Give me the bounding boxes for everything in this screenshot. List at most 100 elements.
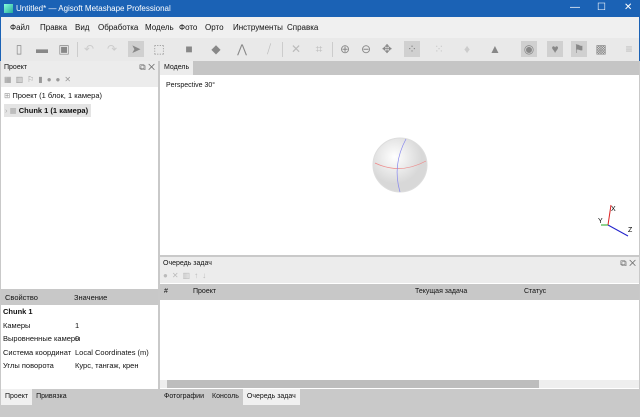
add-chunk-icon[interactable]: ▦ bbox=[4, 75, 16, 84]
menu-file[interactable]: Файл bbox=[10, 23, 30, 32]
queue-header: Очередь задач ⧉ ✕ bbox=[160, 257, 639, 269]
open-icon[interactable]: ▬ bbox=[34, 41, 50, 57]
shape-icon[interactable]: ■ bbox=[181, 41, 197, 57]
col-number[interactable]: # bbox=[164, 288, 168, 295]
up-icon[interactable]: ↑ bbox=[194, 271, 202, 280]
enable-icon[interactable]: ● bbox=[47, 75, 56, 84]
model-icon[interactable]: ♥ bbox=[547, 41, 563, 57]
menu-tools[interactable]: Инструменты bbox=[233, 23, 283, 32]
ruler-icon[interactable]: ⋀ bbox=[234, 41, 250, 57]
maximize-button[interactable]: ☐ bbox=[597, 2, 606, 13]
tree-root[interactable]: ⊞ Проект (1 блок, 1 камера) bbox=[4, 91, 155, 100]
remove-icon[interactable]: ✕ bbox=[64, 75, 75, 84]
expand-icon[interactable]: › ▦ bbox=[5, 106, 19, 115]
prop-label: Система координат bbox=[3, 347, 72, 357]
undo-icon[interactable]: ↶ bbox=[81, 41, 97, 57]
layers-icon[interactable]: ≡ bbox=[621, 41, 637, 57]
app-logo-icon bbox=[4, 4, 13, 13]
left-tabs: Проект Привязка bbox=[1, 389, 71, 405]
eraser-icon[interactable]: ⧸ bbox=[261, 41, 277, 57]
tiepoints-icon[interactable]: ♦ bbox=[459, 41, 475, 57]
menu-model[interactable]: Модель bbox=[145, 23, 174, 32]
queue-table-header: # Проект Текущая задача Статус bbox=[160, 284, 639, 300]
float-close-icons[interactable]: ⧉ ✕ bbox=[620, 258, 636, 269]
tab-photos[interactable]: Фотографии bbox=[160, 389, 208, 405]
project-panel-title: Проект bbox=[4, 64, 28, 71]
bottom-tabs: Фотографии Консоль Очередь задач bbox=[160, 389, 300, 405]
prop-label: Камеры bbox=[3, 320, 31, 330]
redo-icon[interactable]: ↷ bbox=[104, 41, 120, 57]
menu-edit[interactable]: Правка bbox=[40, 23, 67, 32]
menu-view[interactable]: Вид bbox=[75, 23, 89, 32]
tree-chunk[interactable]: › ▦ Chunk 1 (1 камера) bbox=[4, 104, 92, 117]
move-icon[interactable]: ✥ bbox=[379, 41, 395, 57]
remove-icon[interactable]: ✕ bbox=[172, 271, 183, 280]
points-icon[interactable]: ⁘ bbox=[404, 41, 420, 57]
float-close-icons[interactable]: ⧉ ✕ bbox=[139, 62, 155, 73]
down-icon[interactable]: ↓ bbox=[202, 271, 210, 280]
chunk-name: Chunk 1 bbox=[3, 307, 33, 316]
minimize-button[interactable]: — bbox=[570, 2, 580, 13]
close-button[interactable]: ✕ bbox=[624, 2, 632, 13]
view-tabs: Модель bbox=[160, 61, 639, 75]
prop-row: Выровненные камеры 0 bbox=[1, 332, 158, 346]
project-toolbar: ▦▥⚐▮●●✕ bbox=[1, 73, 158, 87]
image-icon[interactable]: ▩ bbox=[593, 41, 609, 57]
toolbar: ▯ ▬ ▣ ↶ ↷ ➤ ⬚ ■ ◆ ⋀ ⧸ ✕ ⌗ ⊕ ⊖ ✥ ⁘ ⁙ ♦ ▲ … bbox=[0, 38, 640, 61]
projection-label: Perspective 30° bbox=[166, 82, 216, 89]
prop-row: Система координат Local Coordinates (m) bbox=[1, 346, 158, 360]
tab-model[interactable]: Модель bbox=[160, 61, 194, 75]
scrollbar-thumb[interactable] bbox=[167, 380, 539, 388]
y-label: Y bbox=[598, 218, 603, 225]
tab-project[interactable]: Проект bbox=[1, 389, 33, 405]
new-icon[interactable]: ▯ bbox=[11, 41, 27, 57]
menu-ortho[interactable]: Орто bbox=[205, 23, 224, 32]
prop-row: Камеры 1 bbox=[1, 319, 158, 333]
add-scalebar-icon[interactable]: ▮ bbox=[38, 75, 46, 84]
trash-icon[interactable]: ▥ bbox=[183, 271, 195, 280]
tree-root-label: Проект (1 блок, 1 камера) bbox=[12, 91, 102, 100]
zoom-in-icon[interactable]: ⊕ bbox=[337, 41, 353, 57]
add-photos-icon[interactable]: ▥ bbox=[16, 75, 28, 84]
mesh-icon[interactable]: ▲ bbox=[487, 41, 503, 57]
col-value[interactable]: Значение bbox=[74, 293, 107, 302]
task-queue-panel: Очередь задач ⧉ ✕ ●✕▥↑↓ # Проект Текущая … bbox=[160, 257, 639, 389]
add-markers-icon[interactable]: ⚐ bbox=[27, 75, 38, 84]
select-icon[interactable]: ➤ bbox=[128, 41, 144, 57]
tab-reference[interactable]: Привязка bbox=[32, 389, 71, 405]
prop-value: Курс, тангаж, крен bbox=[75, 361, 139, 370]
prop-row: Углы поворота Курс, тангаж, крен bbox=[1, 359, 158, 373]
model-view[interactable]: Perspective 30° X Y Z bbox=[160, 75, 639, 255]
axis-gizmo: X Y Z bbox=[598, 204, 633, 237]
menu-workflow[interactable]: Обработка bbox=[98, 23, 138, 32]
x-label: X bbox=[611, 206, 616, 213]
zoom-out-icon[interactable]: ⊖ bbox=[358, 41, 374, 57]
trackball-sphere[interactable] bbox=[370, 135, 430, 195]
queue-toolbar: ●✕▥↑↓ bbox=[160, 269, 639, 283]
fill-icon[interactable]: ◆ bbox=[208, 41, 224, 57]
crop-icon[interactable]: ⌗ bbox=[311, 41, 327, 57]
col-project[interactable]: Проект bbox=[193, 288, 216, 295]
prop-value: Local Coordinates (m) bbox=[75, 347, 149, 357]
tab-task-queue[interactable]: Очередь задач bbox=[242, 389, 300, 405]
camera-icon[interactable]: ◉ bbox=[521, 41, 537, 57]
col-property[interactable]: Свойство bbox=[5, 293, 38, 302]
tab-console[interactable]: Консоль bbox=[208, 389, 243, 405]
horizontal-scrollbar[interactable] bbox=[160, 380, 639, 388]
prop-label: Выровненные камеры bbox=[3, 334, 81, 343]
menu-help[interactable]: Справка bbox=[287, 23, 318, 32]
sparse-icon[interactable]: ⁙ bbox=[431, 41, 447, 57]
project-tree: ⊞ Проект (1 блок, 1 камера) › ▦ Chunk 1 … bbox=[1, 87, 158, 121]
col-current-task[interactable]: Текущая задача bbox=[415, 288, 467, 295]
title-bar: Untitled* — Agisoft Metashape Profession… bbox=[0, 0, 640, 17]
delete-icon[interactable]: ✕ bbox=[288, 41, 304, 57]
menu-bar: Файл Правка Вид Обработка Модель Фото Ор… bbox=[0, 17, 640, 38]
prop-value: 1 bbox=[75, 320, 80, 330]
prop-label: Углы поворота bbox=[3, 361, 54, 370]
col-status[interactable]: Статус bbox=[524, 288, 546, 295]
rect-select-icon[interactable]: ⬚ bbox=[151, 41, 167, 57]
start-icon[interactable]: ● bbox=[163, 271, 172, 280]
menu-photo[interactable]: Фото bbox=[179, 23, 197, 32]
save-icon[interactable]: ▣ bbox=[56, 41, 72, 57]
flag-icon[interactable]: ⚑ bbox=[571, 41, 587, 57]
